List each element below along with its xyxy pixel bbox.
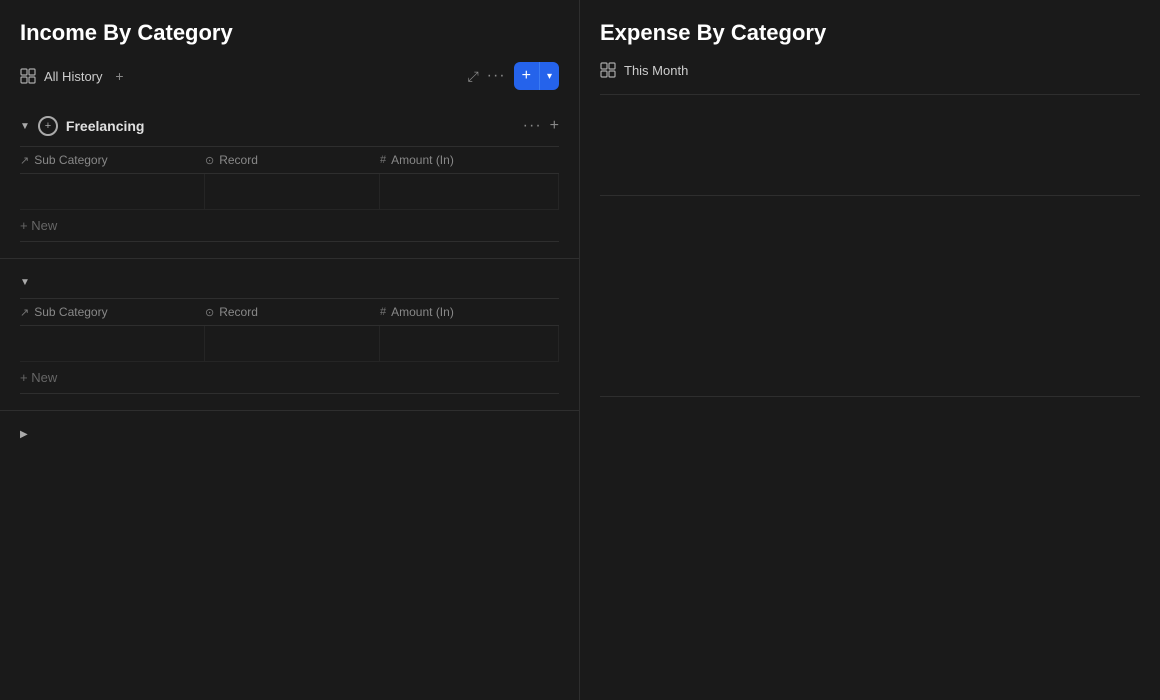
new-row-freelancing[interactable]: + New: [20, 210, 559, 242]
section-2-chevron[interactable]: ▼: [20, 277, 30, 288]
divider-2: [0, 410, 579, 411]
grid-icon: [20, 68, 36, 84]
cell-sub-category[interactable]: [20, 174, 205, 209]
col-header-sub-category-2: ↗ Sub Category: [20, 305, 205, 319]
divider-1: [0, 258, 579, 259]
right-divider-1: [600, 94, 1140, 95]
main-layout: Income By Category All History + ⤢ ··· +…: [0, 0, 1160, 700]
cell-sub-category-2[interactable]: [20, 326, 205, 361]
more-options-button[interactable]: ···: [487, 67, 506, 85]
add-chevron-icon: ▾: [540, 66, 559, 87]
right-grid-icon: [600, 62, 616, 78]
col-label-sub-category-2: Sub Category: [34, 305, 107, 319]
new-row-label: + New: [20, 218, 57, 233]
section-freelancing: ▼ + Freelancing ··· + ↗ Sub Category ⊙ R…: [0, 106, 579, 242]
col-label-record: Record: [219, 153, 258, 167]
section-dots-freelancing[interactable]: ···: [523, 117, 542, 135]
cell-record-2[interactable]: [205, 326, 380, 361]
add-plus-icon: +: [514, 62, 540, 90]
section-add-freelancing[interactable]: +: [550, 117, 559, 135]
col-header-record: ⊙ Record: [205, 153, 380, 167]
new-row-section-2[interactable]: + New: [20, 362, 559, 394]
col-label-amount-2: Amount (In): [391, 305, 454, 319]
table-row: [20, 174, 559, 210]
right-panel: Expense By Category This Month: [580, 0, 1160, 700]
collapsed-section: ▶: [0, 419, 579, 450]
this-month-label: This Month: [624, 63, 688, 78]
new-row-label-2: + New: [20, 370, 57, 385]
add-view-button[interactable]: +: [111, 67, 129, 85]
table-row-2: [20, 326, 559, 362]
table-section-2: ↗ Sub Category ⊙ Record # Amount (In): [20, 298, 559, 394]
col-header-sub-category: ↗ Sub Category: [20, 153, 205, 167]
section-freelancing-header: ▼ + Freelancing ··· +: [20, 106, 559, 146]
record-icon-2: ⊙: [205, 306, 214, 319]
right-divider-2: [600, 195, 1140, 196]
section-icon-freelancing: +: [38, 116, 58, 136]
add-button[interactable]: + ▾: [514, 62, 559, 90]
sub-category-icon: ↗: [20, 154, 29, 167]
amount-icon-2: #: [380, 306, 386, 318]
col-header-amount: # Amount (In): [380, 153, 559, 167]
col-label-record-2: Record: [219, 305, 258, 319]
left-toolbar: All History + ⤢ ··· + ▾: [0, 62, 579, 106]
section-2: ▼ ↗ Sub Category ⊙ Record # Amount (In): [0, 267, 579, 394]
left-panel-title: Income By Category: [0, 20, 579, 62]
col-header-amount-2: # Amount (In): [380, 305, 559, 319]
table-header-section-2: ↗ Sub Category ⊙ Record # Amount (In): [20, 299, 559, 326]
cell-amount-2[interactable]: [380, 326, 559, 361]
cell-record[interactable]: [205, 174, 380, 209]
section-name-freelancing: Freelancing: [66, 118, 515, 134]
right-panel-title: Expense By Category: [580, 20, 1160, 62]
col-label-sub-category: Sub Category: [34, 153, 107, 167]
record-icon: ⊙: [205, 154, 214, 167]
col-label-amount: Amount (In): [391, 153, 454, 167]
amount-icon: #: [380, 154, 386, 166]
right-toolbar: This Month: [580, 62, 1160, 94]
section-2-header: ▼: [20, 267, 559, 298]
section-chevron-freelancing[interactable]: ▼: [20, 121, 30, 132]
resize-icon[interactable]: ⤢: [467, 68, 478, 85]
table-freelancing: ↗ Sub Category ⊙ Record # Amount (In): [20, 146, 559, 242]
table-header-freelancing: ↗ Sub Category ⊙ Record # Amount (In): [20, 147, 559, 174]
sub-category-icon-2: ↗: [20, 306, 29, 319]
all-history-label: All History: [44, 69, 103, 84]
view-icon-grid: [20, 68, 36, 84]
collapsed-section-chevron[interactable]: ▶: [20, 429, 28, 440]
col-header-record-2: ⊙ Record: [205, 305, 380, 319]
right-view-icon-grid: [600, 62, 616, 78]
left-panel: Income By Category All History + ⤢ ··· +…: [0, 0, 580, 700]
right-divider-3: [600, 396, 1140, 397]
cell-amount[interactable]: [380, 174, 559, 209]
